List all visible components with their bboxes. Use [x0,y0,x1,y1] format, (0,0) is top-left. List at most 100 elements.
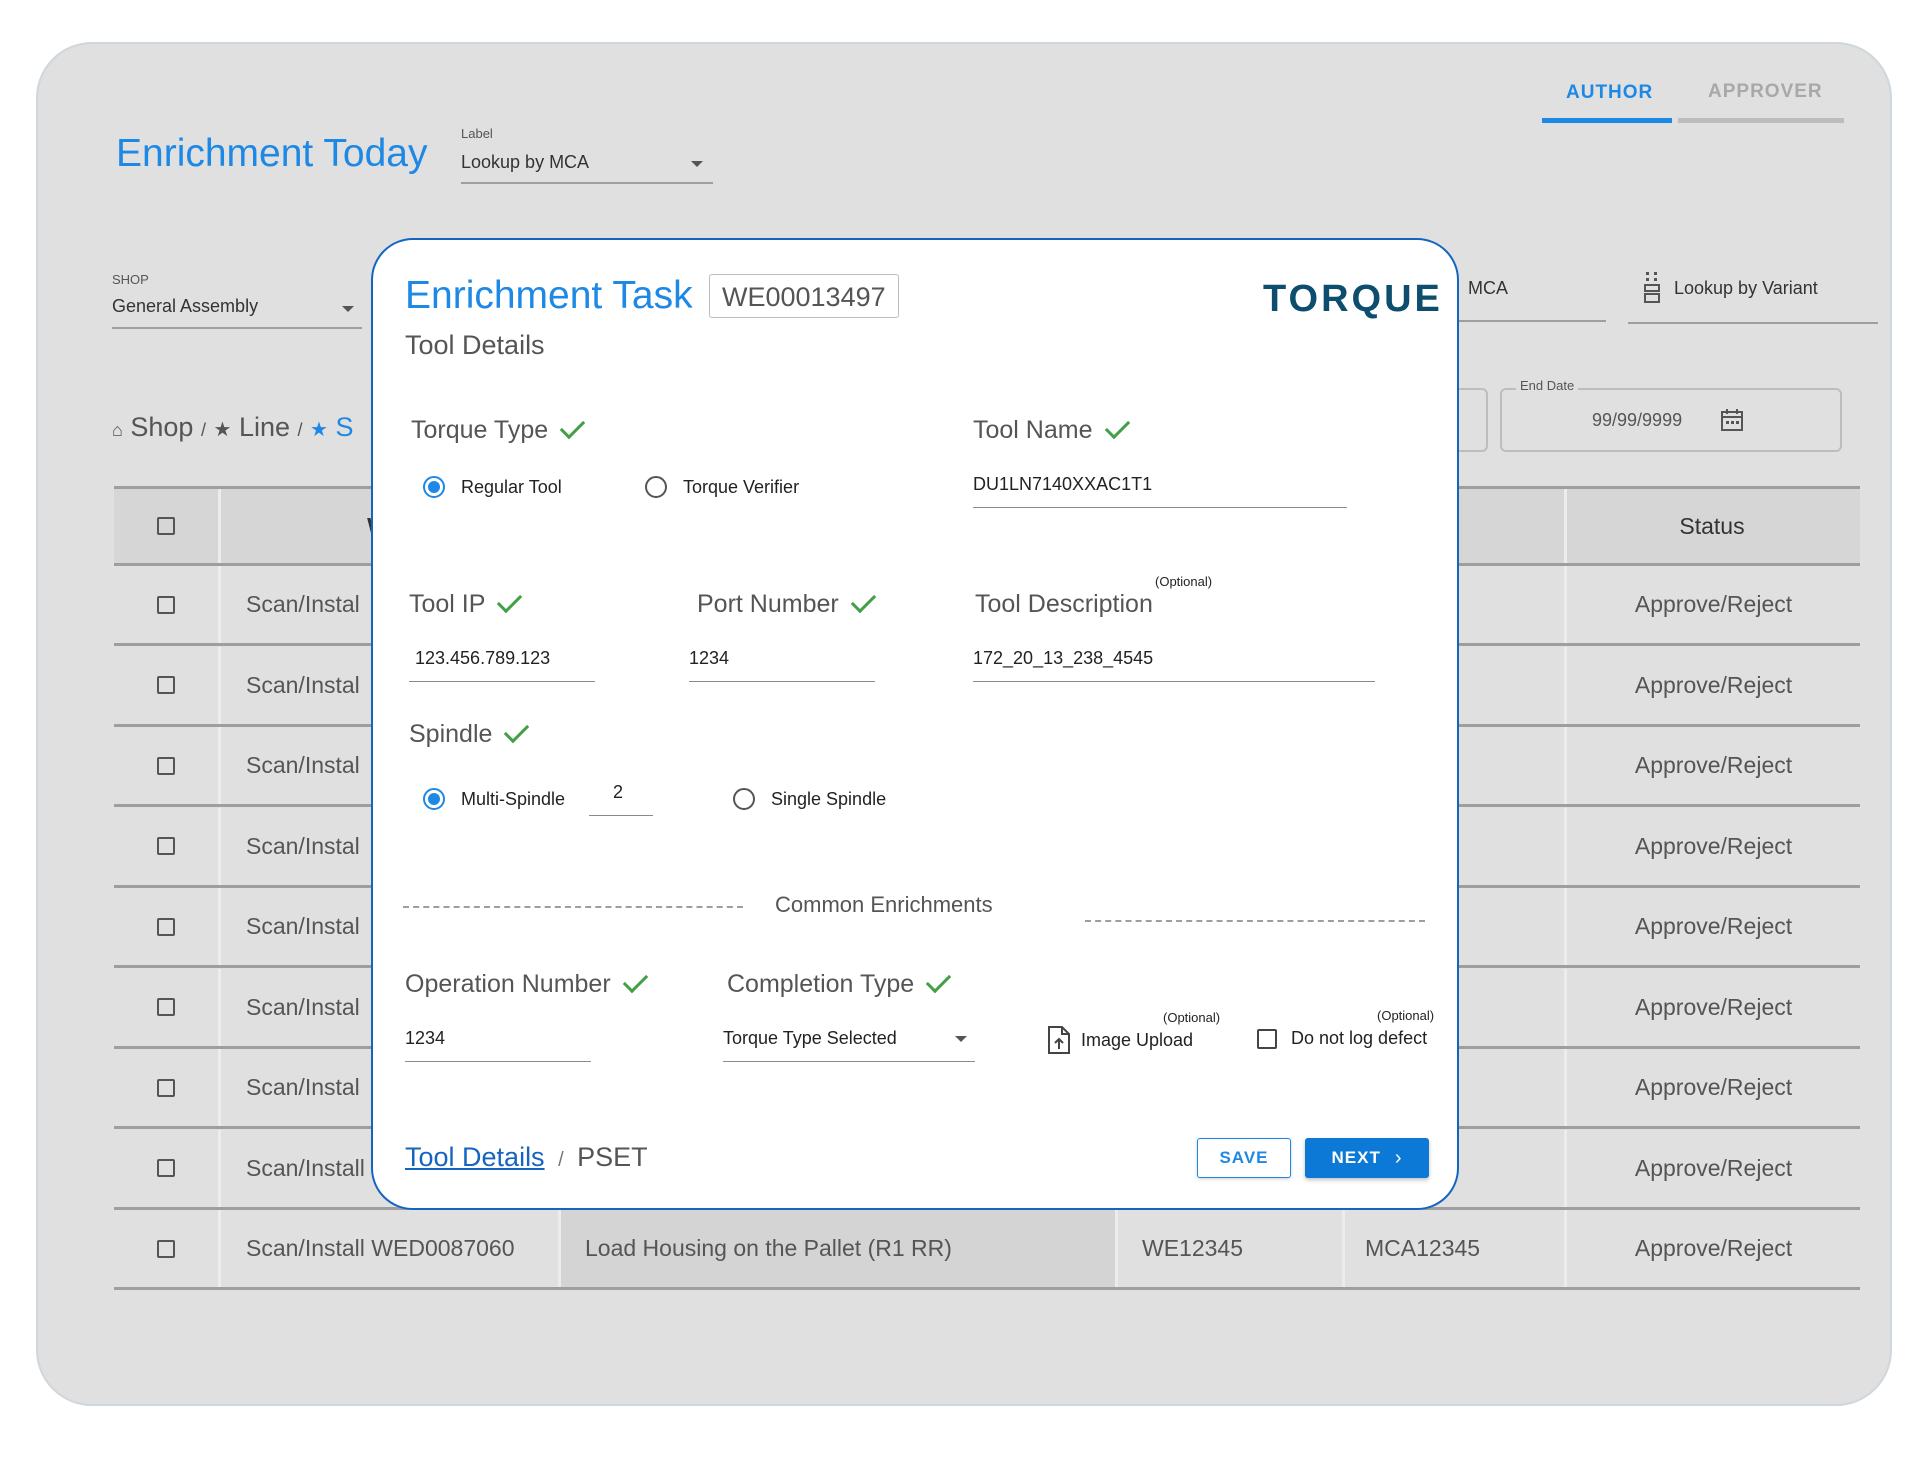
footer-breadcrumb: Tool Details / PSET [405,1142,648,1173]
check-icon [850,587,876,614]
tool-ip-label: Tool IP [409,587,523,619]
port-number-label-text: Port Number [697,590,839,618]
image-upload-button[interactable]: Image Upload [1047,1026,1193,1054]
row-status[interactable]: Approve/Reject [1567,888,1860,965]
mca-select-underline [1452,320,1606,322]
label-select-caption: Label [461,126,493,141]
row-status[interactable]: Approve/Reject [1567,1210,1860,1287]
check-icon [559,413,586,440]
chevron-down-icon [955,1036,967,1042]
torque-type-label: Torque Type [411,413,586,445]
row-status[interactable]: Approve/Reject [1567,1049,1860,1126]
row-checkbox[interactable] [157,1239,175,1258]
row-mca: MCA12345 [1365,1235,1481,1261]
next-button[interactable]: NEXT › [1305,1138,1429,1178]
radio-multi-spindle-label: Multi-Spindle [461,788,566,809]
enrichment-task-dialog: Enrichment Task WE00013497 TORQUE Tool D… [371,238,1459,1210]
breadcrumb: ⌂ Shop / ★ Line / ★ S [112,412,354,443]
port-number-value: 1234 [689,648,730,668]
shop-select[interactable]: General Assembly [112,292,362,332]
row-status[interactable]: Approve/Reject [1567,647,1860,724]
row-status[interactable]: Approve/Reject [1567,1130,1860,1207]
radio-button[interactable] [645,476,667,498]
footer-link-tool-details[interactable]: Tool Details [405,1142,545,1172]
row-status[interactable]: Approve/Reject [1567,808,1860,885]
tool-description-input[interactable]: 172_20_13_238_4545 [973,640,1375,682]
radio-button-selected[interactable] [423,788,445,810]
row-checkbox[interactable] [157,837,175,855]
operation-number-label: Operation Number [405,967,648,999]
checkbox[interactable] [1257,1028,1277,1049]
operation-number-input[interactable]: 1234 [405,1020,591,1062]
tab-author-indicator [1542,118,1672,123]
port-number-input[interactable]: 1234 [689,640,875,682]
spindle-count-input[interactable]: 2 [589,778,653,816]
radio-button-selected[interactable] [423,476,445,498]
tool-ip-value: 123.456.789.123 [415,648,551,668]
save-button[interactable]: SAVE [1197,1138,1291,1178]
label-select[interactable]: Lookup by MCA [461,148,713,188]
check-icon [925,967,952,994]
tab-author[interactable]: AUTHOR [1566,82,1653,104]
check-icon [497,587,523,614]
mca-select[interactable]: MCA [1452,278,1606,326]
image-upload-optional: (Optional) [1163,1010,1221,1025]
do-not-log-optional: (Optional) [1377,1008,1435,1023]
row-checkbox[interactable] [157,1078,175,1097]
completion-type-select[interactable]: Torque Type Selected [723,1020,975,1062]
footer-link-pset[interactable]: PSET [577,1142,648,1172]
radio-multi-spindle[interactable]: Multi-Spindle [423,788,565,810]
mca-select-value: MCA [1468,278,1508,298]
radio-regular-tool[interactable]: Regular Tool [423,476,562,498]
row-checkbox[interactable] [157,756,175,775]
operation-number-label-text: Operation Number [405,970,611,998]
row-checkbox[interactable] [157,1159,175,1177]
do-not-log-defect-checkbox[interactable]: Do not log defect [1257,1028,1427,1049]
select-all-checkbox[interactable] [157,517,175,535]
chevron-down-icon [342,306,354,312]
tool-ip-input[interactable]: 123.456.789.123 [409,640,595,682]
tool-name-value: DU1LN7140XXAC1T1 [973,474,1153,494]
tab-approver[interactable]: APPROVER [1708,81,1823,103]
completion-type-label: Completion Type [727,967,952,999]
tool-name-label-text: Tool Name [973,416,1093,444]
end-date-caption: End Date [1516,378,1579,393]
row-status[interactable]: Approve/Reject [1567,727,1860,804]
tool-ip-label-text: Tool IP [409,590,486,618]
footer-separator: / [558,1149,564,1171]
row-checkbox[interactable] [157,676,175,694]
spindle-label-text: Spindle [409,720,493,748]
breadcrumb-station[interactable]: S [336,412,354,442]
radio-regular-tool-label: Regular Tool [461,476,562,497]
lookup-by-variant[interactable]: Lookup by Variant [1628,272,1878,326]
row-status[interactable]: Approve/Reject [1567,969,1860,1046]
label-select-value: Lookup by MCA [461,152,590,172]
radio-torque-verifier[interactable]: Torque Verifier [645,476,799,498]
shop-select-underline [112,327,362,329]
dialog-title: Enrichment Task [405,274,693,317]
task-id-field: WE00013497 [709,274,899,318]
radio-torque-verifier-label: Torque Verifier [683,476,800,497]
row-task: Scan/Install WED0087060 [246,1235,515,1261]
chevron-down-icon [691,161,703,167]
breadcrumb-shop[interactable]: Shop [130,412,193,442]
lookup-by-variant-label: Lookup by Variant [1674,278,1818,298]
row-checkbox[interactable] [157,998,175,1016]
row-checkbox[interactable] [157,595,175,614]
table-row[interactable]: Scan/Install WED0087060 Load Housing on … [114,1210,1860,1290]
chevron-right-icon: › [1394,1146,1403,1169]
row-status[interactable]: Approve/Reject [1567,566,1860,643]
breadcrumb-separator: / [297,420,303,440]
end-date-field[interactable]: End Date 99/99/9999 [1500,378,1842,452]
torque-type-label-text: Torque Type [411,416,549,444]
label-select-underline [461,182,713,184]
radio-button[interactable] [733,788,755,810]
check-icon [1104,413,1130,440]
row-checkbox[interactable] [157,917,175,936]
radio-single-spindle-label: Single Spindle [771,788,887,809]
calendar-icon[interactable] [1720,408,1744,432]
radio-single-spindle[interactable]: Single Spindle [733,788,886,810]
breadcrumb-line[interactable]: Line [239,412,290,442]
tool-name-input[interactable]: DU1LN7140XXAC1T1 [973,466,1347,508]
image-upload-label: Image Upload [1081,1029,1194,1050]
